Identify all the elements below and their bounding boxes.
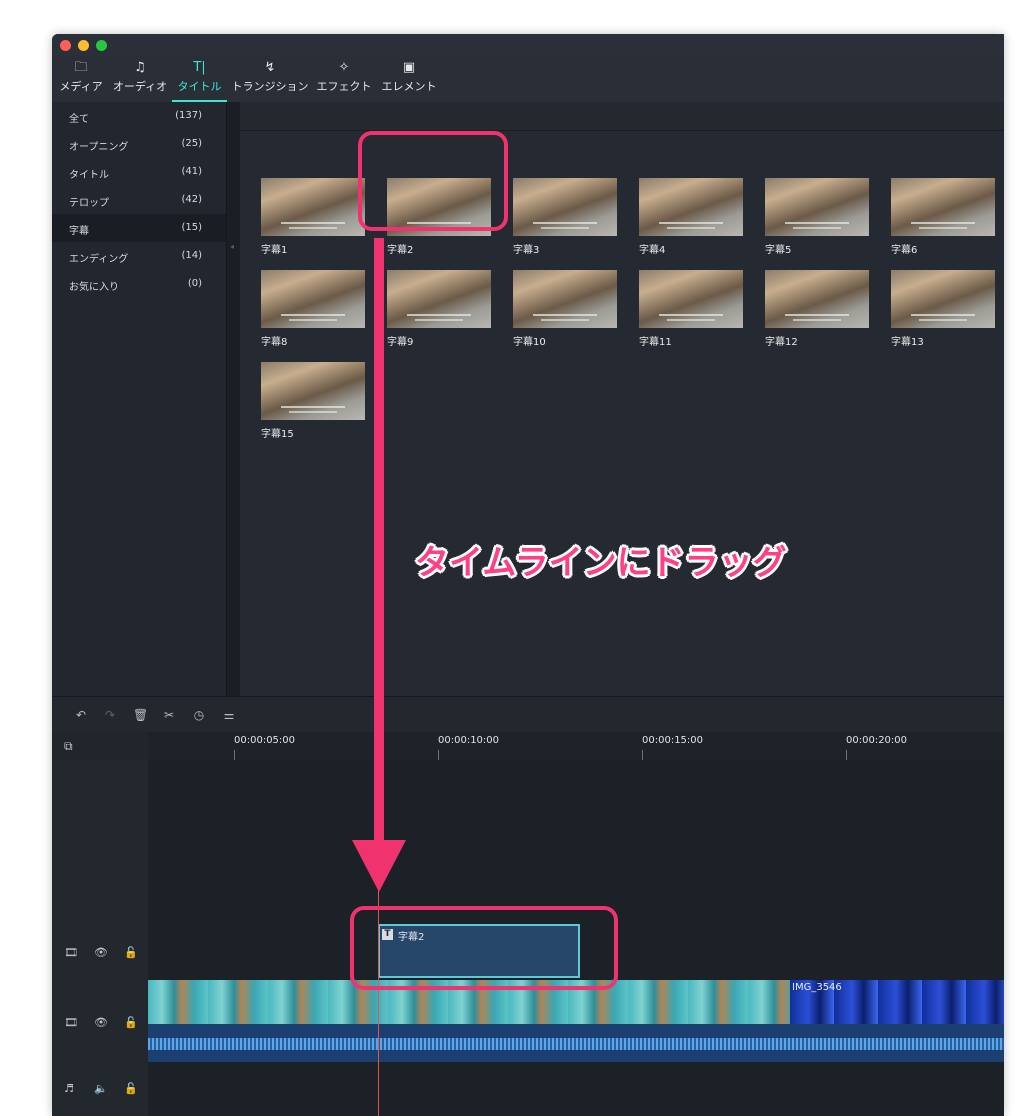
text-title-icon: T|	[193, 60, 206, 75]
title-thumbnail[interactable]: 字幕6	[891, 178, 995, 258]
category-sidebar: 全て (137) オープニング (25) タイトル (41) テロップ (42)…	[52, 102, 226, 696]
category-title[interactable]: タイトル (41)	[52, 158, 226, 186]
tab-media[interactable]: 🗀 メディア	[56, 56, 106, 102]
thumbnail-image	[891, 270, 995, 328]
ruler-tick	[234, 750, 235, 760]
audio-track-header: ♬ 🔈 🔓	[52, 1062, 148, 1116]
library-header	[240, 102, 1004, 131]
thumbnail-image	[891, 178, 995, 236]
transition-icon: ↯	[264, 60, 276, 75]
title-thumbnail[interactable]: 字幕4	[639, 178, 743, 258]
ruler-tick	[846, 750, 847, 760]
category-favorites[interactable]: お気に入り (0)	[52, 270, 226, 298]
tab-title[interactable]: T| タイトル	[172, 56, 227, 102]
drag-arrow	[352, 238, 406, 892]
eye-icon[interactable]: 👁	[94, 1016, 108, 1029]
collapse-arrow-icon[interactable]: ◂	[230, 242, 234, 251]
speaker-icon[interactable]: 🔈	[94, 1082, 108, 1095]
tab-transition[interactable]: ↯ トランジション	[230, 56, 310, 102]
tab-element[interactable]: ▣ エレメント	[378, 56, 440, 102]
music-note-icon: ♫	[134, 60, 146, 75]
close-window-button[interactable]	[60, 40, 71, 51]
highlight-box-timeline-clip	[350, 906, 618, 990]
title-thumbnail[interactable]: 字幕10	[513, 270, 617, 350]
title-track-header: 🎞 👁 🔓	[52, 924, 148, 981]
category-subtitles[interactable]: 字幕 (15)	[52, 214, 226, 242]
ruler-time-label: 00:00:20:00	[846, 735, 908, 746]
category-ending[interactable]: エンディング (14)	[52, 242, 226, 270]
undo-icon[interactable]: ↶	[74, 708, 88, 722]
ruler-time-label: 00:00:10:00	[438, 735, 500, 746]
add-track-icon[interactable]: ⧉	[64, 739, 73, 754]
folder-icon: 🗀	[74, 60, 88, 75]
timeline-toolbar: ↶ ↷ 🗑 ✂ ◷ ⚌	[52, 696, 1004, 733]
thumbnail-image	[513, 270, 617, 328]
title-thumbnail[interactable]: 字幕3	[513, 178, 617, 258]
effect-sparkle-icon: ✧	[338, 60, 350, 75]
delete-icon[interactable]: 🗑	[133, 708, 148, 722]
library-toolbar: 🗀 メディア ♫ オーディオ T| タイトル ↯ トランジション ✧ エフェクト…	[52, 56, 1004, 103]
tab-effect[interactable]: ✧ エフェクト	[314, 56, 374, 102]
eye-icon[interactable]: 👁	[94, 946, 108, 959]
category-all[interactable]: 全て (137)	[52, 102, 226, 130]
arrow-shaft	[374, 238, 384, 848]
thumbnail-image	[261, 178, 365, 236]
annotation-drag-to-timeline: タイムラインにドラッグ	[415, 543, 787, 583]
music-note-icon: ♬	[64, 1082, 74, 1095]
ruler-time-label: 00:00:05:00	[234, 735, 296, 746]
ruler-time-label: 00:00:15:00	[642, 735, 704, 746]
film-track-icon: 🎞	[64, 946, 78, 959]
clock-speed-icon[interactable]: ◷	[192, 708, 206, 722]
adjust-sliders-icon[interactable]: ⚌	[222, 708, 236, 722]
title-thumbnail[interactable]: 字幕12	[765, 270, 869, 350]
ruler-tick	[642, 750, 643, 760]
film-track-icon: 🎞	[64, 1016, 78, 1029]
empty-track-area[interactable]	[148, 760, 1004, 925]
thumbnail-image	[765, 178, 869, 236]
sidebar-resize-handle[interactable]: ◂	[226, 102, 241, 696]
minimize-window-button[interactable]	[78, 40, 89, 51]
timeline-ruler[interactable]: 00:00:05:00 00:00:10:00 00:00:15:00 00:0…	[148, 732, 1004, 761]
redo-icon[interactable]: ↷	[103, 708, 117, 722]
title-thumbnail[interactable]: 字幕13	[891, 270, 995, 350]
thumbnail-image	[639, 178, 743, 236]
lock-icon[interactable]: 🔓	[124, 1016, 138, 1029]
add-track-area: ⧉	[52, 732, 148, 760]
tab-audio[interactable]: ♫ オーディオ	[110, 56, 170, 102]
category-opening[interactable]: オープニング (25)	[52, 130, 226, 158]
audio-track[interactable]	[148, 1062, 1004, 1116]
thumbnail-image	[639, 270, 743, 328]
empty-track-header	[52, 760, 148, 925]
video-track-header: 🎞 👁 🔓	[52, 980, 148, 1063]
lock-icon[interactable]: 🔓	[124, 946, 138, 959]
arrow-head	[352, 840, 406, 892]
title-bar	[52, 34, 1004, 56]
category-telop[interactable]: テロップ (42)	[52, 186, 226, 214]
zoom-window-button[interactable]	[96, 40, 107, 51]
image-element-icon: ▣	[402, 60, 416, 75]
lock-icon[interactable]: 🔓	[124, 1082, 138, 1095]
highlight-box-thumbnail	[358, 131, 508, 231]
ruler-tick	[438, 750, 439, 760]
video-audio-waveform[interactable]	[148, 1024, 1004, 1062]
waveform	[148, 1038, 1004, 1050]
video-clip-img-3546[interactable]: IMG_3546	[790, 980, 1004, 1024]
title-thumbnail[interactable]: 字幕11	[639, 270, 743, 350]
title-thumbnail[interactable]: 字幕5	[765, 178, 869, 258]
thumbnail-image	[765, 270, 869, 328]
thumbnail-image	[513, 178, 617, 236]
scissors-icon[interactable]: ✂	[162, 708, 176, 722]
